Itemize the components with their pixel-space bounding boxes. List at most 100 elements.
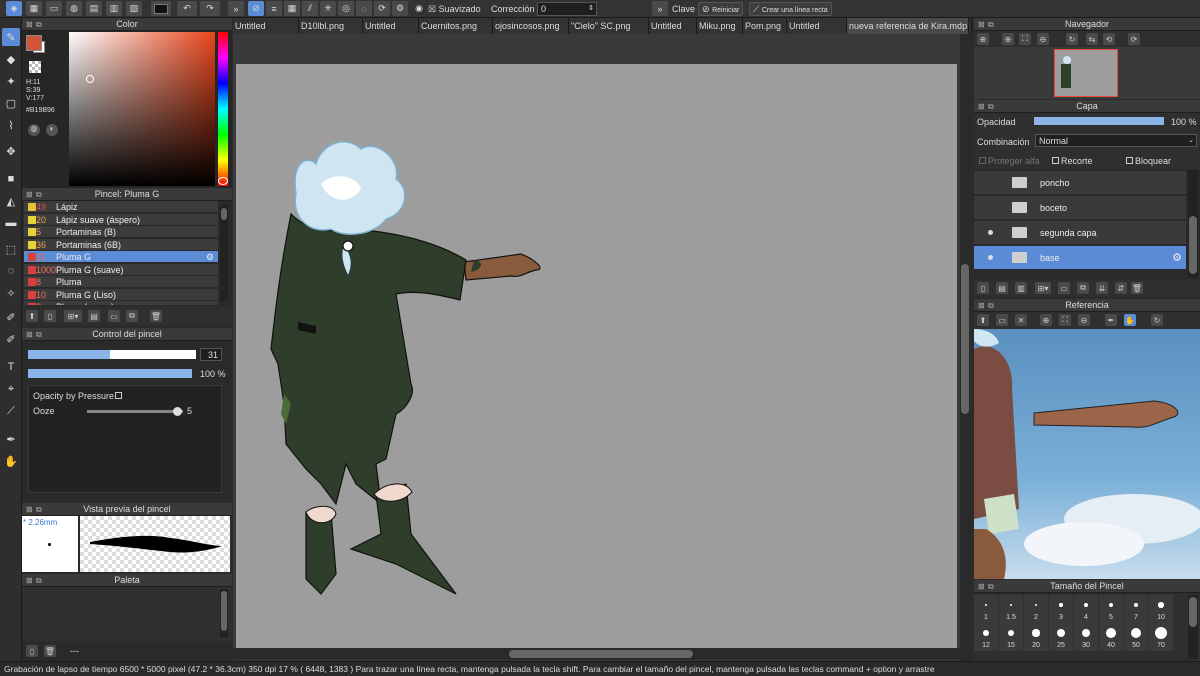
panel-close-icon[interactable]: ⊠ [978,101,985,113]
brush-item[interactable]: 36 Portaminas (6B) [24,238,218,251]
blend-mode-select[interactable]: Normal ⌄ [1035,134,1197,147]
panel-expand-icon[interactable]: ⧉ [988,19,994,31]
brush-item[interactable]: 8 Pluma [24,276,218,288]
document-tab[interactable]: .mdp [969,18,972,34]
document-tab[interactable]: ojosincosos.png [493,18,569,34]
zoom-in-icon[interactable]: ⊕ [977,33,989,45]
chat-icon[interactable]: ◍ [66,1,82,16]
brush-item[interactable]: 1000 Pluma G (suave) [24,263,218,276]
document-tab[interactable]: Untitled [363,18,419,34]
shape-tool-icon[interactable]: ⌖ [2,380,20,398]
snap-transform-icon[interactable]: ⟳ [374,1,390,16]
canvas[interactable] [236,64,957,649]
reference-zoom-out-icon[interactable]: ⊖ [1078,314,1090,326]
brush-folder-icon[interactable]: ▭ [108,310,120,322]
comment-icon[interactable]: ▭ [46,1,62,16]
brush-size-value[interactable]: 31 [200,348,222,361]
reference-open-icon[interactable]: ▭ [996,314,1008,326]
navigator-thumbnail[interactable] [1054,49,1118,97]
panel-expand-icon[interactable]: ⧉ [988,581,994,593]
suavizado-checkbox[interactable]: ☒ Suavizado [428,4,481,15]
snap-circle-icon[interactable]: ◎ [338,1,354,16]
ooze-slider[interactable] [87,407,183,416]
reference-fit-icon[interactable]: ⛶ [1059,314,1071,326]
panel-expand-icon[interactable]: ⧉ [36,575,42,587]
navigator-view[interactable] [974,47,1200,99]
redo-icon[interactable]: ↷ [200,1,220,16]
delete-palette-icon[interactable]: 🗑 [44,645,56,657]
snap-off-icon[interactable]: ⊘ [248,1,264,16]
brush-size-option[interactable]: 7 [1124,595,1148,623]
brush-item[interactable]: 10 Pluma G (Liso) [24,288,218,301]
layer-visibility-icon[interactable] [988,255,993,260]
new-layer-icon[interactable]: ▯ [977,282,989,294]
add-layer-menu-icon[interactable]: ⊞▾ [1035,282,1051,294]
panel-close-icon[interactable]: ⊠ [978,581,985,593]
select-rect-tool-icon[interactable]: ▢ [2,94,20,112]
recorte-checkbox[interactable] [1052,157,1059,164]
panel-expand-icon[interactable]: ⧉ [36,504,42,516]
smudge-tool-icon[interactable]: ✦ [2,72,20,90]
palette-scrollbar[interactable] [220,589,228,637]
eraser-tool-icon[interactable]: ◆ [2,50,20,68]
fit-view-icon[interactable]: ⛶ [1019,33,1031,45]
flip-icon[interactable]: ⇆ [1086,33,1098,45]
layer-list-scrollbar[interactable] [1188,170,1198,278]
select-eraser-tool-icon[interactable]: ✐ [2,330,20,348]
duplicate-layer-icon[interactable]: ⧉ [1077,282,1089,294]
ruler-tool-icon[interactable]: ⟋ [2,402,20,420]
reference-rotate-icon[interactable]: ↻ [1151,314,1163,326]
magic-wand-tool-icon[interactable]: ✧ [2,284,20,302]
rotate-icon[interactable]: ↻ [1066,33,1078,45]
brush-size-option[interactable]: 12 [974,623,998,651]
brush-item[interactable]: 49 Lápiz [24,201,218,213]
snap-grid-icon[interactable]: ▦ [284,1,300,16]
new-brush-icon[interactable]: ▯ [44,310,56,322]
brush-size-option[interactable]: 20 [1024,623,1048,651]
layer-move-icon[interactable]: ⇵ [1115,282,1127,294]
new-folder-icon[interactable]: ▭ [1058,282,1070,294]
saturation-value-picker[interactable] [69,32,215,186]
layer-opacity-slider[interactable] [1034,117,1164,125]
reference-import-icon[interactable]: ⬆ [977,314,989,326]
brush-list-scrollbar[interactable] [220,205,228,301]
color-swatch-button[interactable] [151,1,171,16]
panel-close-icon[interactable]: ⊠ [978,300,985,312]
delete-layer-icon[interactable]: 🗑 [1131,282,1143,294]
zoom-in-icon[interactable]: ⊕ [1002,33,1014,45]
brush-item[interactable]: 5 Portaminas (B) [24,226,218,238]
reference-image[interactable] [974,329,1200,579]
reiniciar-button[interactable]: ⊘ Reiniciar [698,2,744,16]
document-tab[interactable]: Untitled [649,18,697,34]
opacity-pressure-checkbox[interactable] [115,392,122,399]
color-history-icon[interactable]: ◐ [46,124,58,136]
brush-size-option[interactable]: 25 [1049,623,1073,651]
panel-close-icon[interactable]: ⊠ [26,189,33,201]
pen-tool-icon[interactable]: ✎ [2,28,20,46]
layer-visibility-icon[interactable] [988,230,993,235]
document-tab[interactable]: D10lbl.png [299,18,363,34]
brush-size-option[interactable]: 50 [1124,623,1148,651]
brush-size-option[interactable]: 4 [1074,595,1098,623]
new-vector-layer-icon[interactable]: ▥ [1015,282,1027,294]
panel-expand-icon[interactable]: ⧉ [36,189,42,201]
app-menu-icon[interactable]: ◈ [6,1,22,16]
panel-close-icon[interactable]: ⊠ [26,575,33,587]
document-tab[interactable]: Untitled [233,18,299,34]
gradient-tool-icon[interactable]: ▬ [2,214,20,232]
document-tab[interactable]: "Cielo" SC.png [569,18,649,34]
panel-close-icon[interactable]: ⊠ [26,504,33,516]
undo-icon[interactable]: ↶ [177,1,197,16]
brush-copy-icon[interactable]: ▤ [88,310,100,322]
correccion-select[interactable]: 0 ⇕ [537,2,597,16]
document-tab[interactable]: Cuernitos.png [419,18,493,34]
brush-download-icon[interactable]: ⬆ [26,310,38,322]
document-tab[interactable]: Miku.png [697,18,743,34]
canvas-workspace[interactable] [233,34,960,661]
brush-size-option[interactable]: 30 [1074,623,1098,651]
color-wheel-icon[interactable]: ◍ [28,124,40,136]
select-lasso-tool-icon[interactable]: ◌ [2,262,20,280]
rect-fill-tool-icon[interactable]: ■ [2,170,20,188]
panel-close-icon[interactable]: ⊠ [26,19,33,31]
page-icon[interactable]: ▥ [106,1,122,16]
